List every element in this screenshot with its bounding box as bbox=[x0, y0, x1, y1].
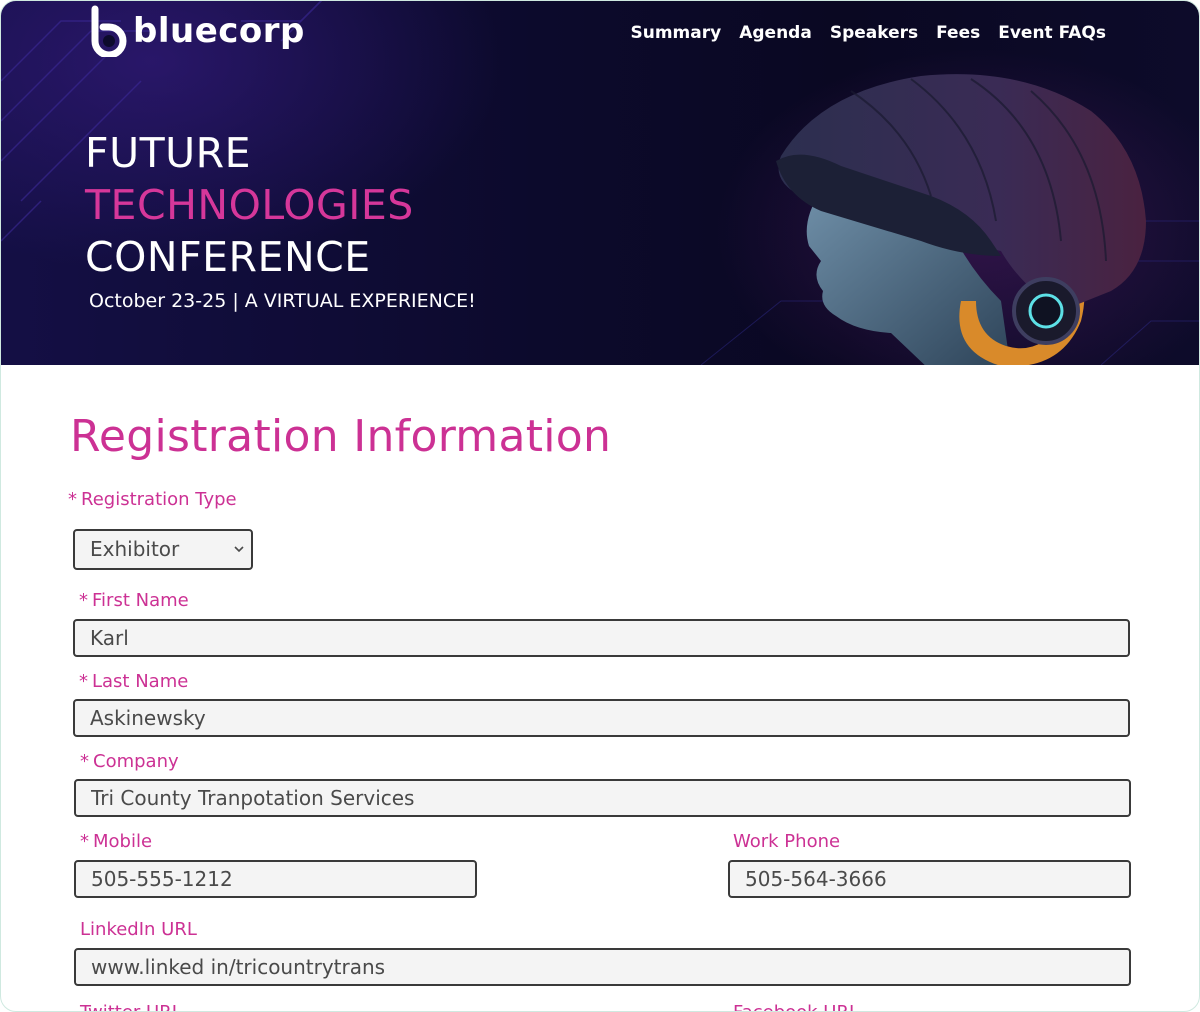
conference-title: FUTURE TECHNOLOGIES CONFERENCE bbox=[85, 127, 414, 283]
registration-type-label-text: Registration Type bbox=[81, 489, 237, 510]
registration-title: Registration Information bbox=[70, 411, 612, 462]
mobile-input[interactable] bbox=[74, 860, 477, 898]
twitter-label: Twitter URL bbox=[80, 1002, 182, 1011]
event-tagline: October 23-25 | A VIRTUAL EXPERIENCE! bbox=[89, 290, 476, 312]
required-marker: * bbox=[79, 671, 88, 692]
required-marker: * bbox=[80, 831, 89, 852]
work-phone-input[interactable] bbox=[728, 860, 1131, 898]
required-marker: * bbox=[80, 751, 89, 772]
company-input[interactable] bbox=[74, 779, 1131, 817]
nav-speakers[interactable]: Speakers bbox=[830, 23, 918, 43]
mobile-label-text: Mobile bbox=[93, 831, 153, 852]
facebook-label: Facebook URL bbox=[733, 1002, 859, 1011]
bluecorp-logo-icon bbox=[91, 5, 127, 57]
nav-agenda[interactable]: Agenda bbox=[739, 23, 812, 43]
linkedin-label-text: LinkedIn URL bbox=[80, 919, 197, 940]
nav-summary[interactable]: Summary bbox=[631, 23, 722, 43]
first-name-label-text: First Name bbox=[92, 590, 189, 611]
main-nav: Summary Agenda Speakers Fees Event FAQs bbox=[631, 23, 1107, 43]
linkedin-label: LinkedIn URL bbox=[80, 919, 197, 940]
mobile-label: * Mobile bbox=[80, 831, 152, 852]
last-name-label: * Last Name bbox=[79, 671, 188, 692]
twitter-label-text: Twitter URL bbox=[80, 1002, 182, 1011]
title-line-conference: CONFERENCE bbox=[85, 233, 371, 281]
first-name-label: * First Name bbox=[79, 590, 189, 611]
registration-type-label: * Registration Type bbox=[68, 489, 237, 510]
first-name-input[interactable] bbox=[73, 619, 1130, 657]
nav-fees[interactable]: Fees bbox=[936, 23, 980, 43]
title-line-future: FUTURE bbox=[85, 129, 252, 177]
page-frame: bluecorp Summary Agenda Speakers Fees Ev… bbox=[0, 0, 1200, 1012]
nav-event-faqs[interactable]: Event FAQs bbox=[998, 23, 1106, 43]
registration-type-value: Exhibitor bbox=[90, 537, 180, 561]
bluecorp-logo[interactable]: bluecorp bbox=[91, 5, 305, 57]
title-line-technologies: TECHNOLOGIES bbox=[85, 181, 414, 229]
chevron-down-icon bbox=[234, 546, 244, 553]
logo-text: bluecorp bbox=[133, 11, 305, 51]
linkedin-input[interactable] bbox=[74, 948, 1131, 986]
vr-helmet-illustration bbox=[776, 74, 1146, 365]
registration-type-select[interactable]: Exhibitor bbox=[73, 529, 253, 570]
hero-banner: bluecorp Summary Agenda Speakers Fees Ev… bbox=[1, 1, 1199, 365]
required-marker: * bbox=[79, 590, 88, 611]
company-label-text: Company bbox=[93, 751, 179, 772]
facebook-label-text: Facebook URL bbox=[733, 1002, 859, 1011]
work-phone-label-text: Work Phone bbox=[733, 831, 841, 852]
required-marker: * bbox=[68, 489, 77, 510]
work-phone-label: Work Phone bbox=[733, 831, 840, 852]
last-name-input[interactable] bbox=[73, 699, 1130, 737]
company-label: * Company bbox=[80, 751, 179, 772]
last-name-label-text: Last Name bbox=[92, 671, 189, 692]
